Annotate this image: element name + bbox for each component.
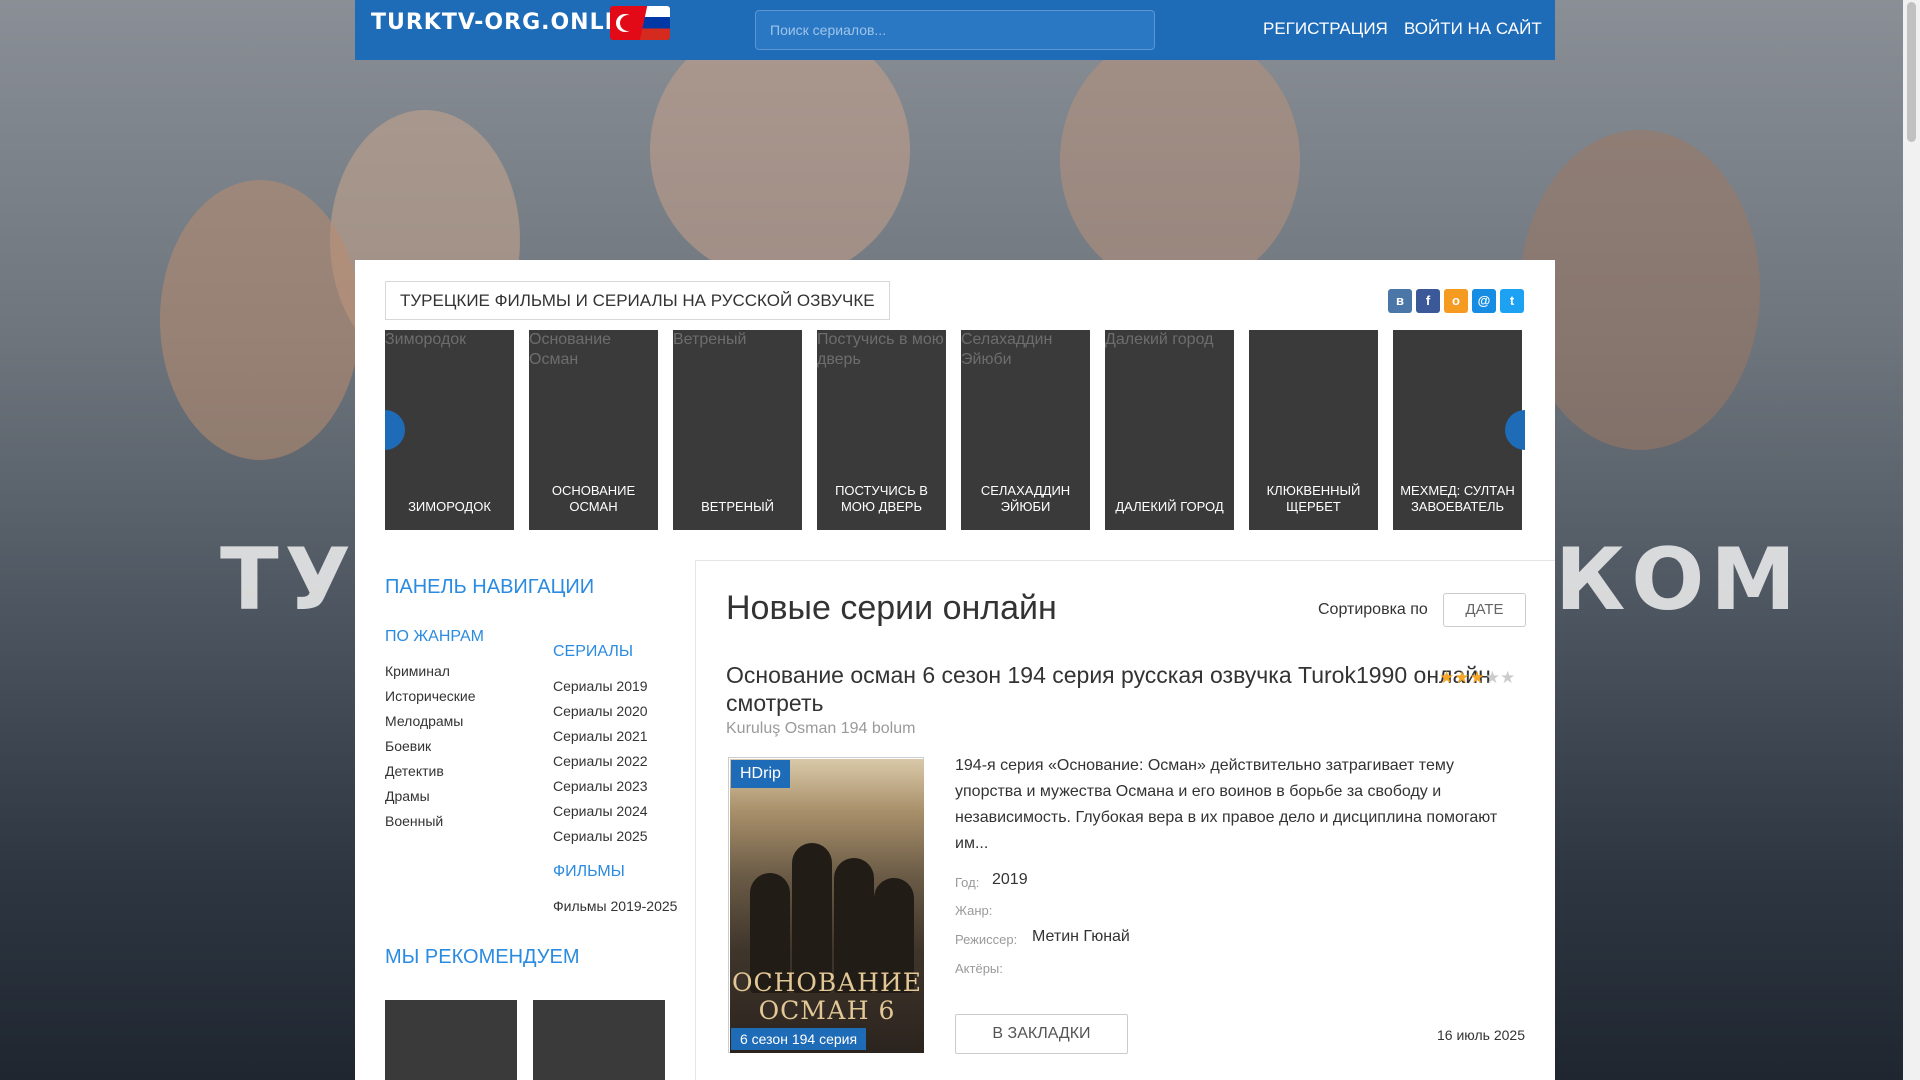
star-icon[interactable]: ★ — [1454, 668, 1469, 687]
year-value[interactable]: 2019 — [992, 871, 1028, 889]
slider-item-alt: Постучись в мою дверь — [817, 331, 944, 368]
sort-date-button[interactable]: ДАТЕ — [1443, 593, 1526, 627]
slider-item-caption: МЕХМЕД: СУЛТАН ЗАВОЕВАТЕЛЬ — [1400, 483, 1515, 514]
twitter-icon[interactable]: t — [1500, 289, 1524, 313]
sidebar-genres-title[interactable]: ПО ЖАНРАМ — [385, 628, 484, 646]
star-icon[interactable]: ★ — [1439, 668, 1454, 687]
slider-item-alt: Далекий город — [1105, 331, 1214, 348]
flag-icon — [610, 6, 670, 40]
slider-item[interactable]: МЕХМЕД: СУЛТАН ЗАВОЕВАТЕЛЬ — [1393, 330, 1522, 530]
sidebar-genre-link[interactable]: Детектив — [385, 763, 444, 779]
news-title-link[interactable]: Основание осман 6 сезон 194 серия русска… — [726, 661, 1496, 717]
actors-label: Актёры: — [955, 961, 1003, 976]
sidebar-series-link[interactable]: Сериалы 2024 — [553, 803, 648, 819]
page-title: ТУРЕЦКИЕ ФИЛЬМЫ И СЕРИАЛЫ НА РУССКОЙ ОЗВ… — [385, 281, 890, 320]
sidebar-films-link[interactable]: Фильмы 2019-2025 — [553, 898, 677, 914]
recommend-item[interactable] — [385, 1000, 517, 1080]
hero-face-woman-left — [160, 180, 360, 460]
site-logo[interactable]: TURKTV-ORG.ONLINE — [371, 10, 649, 35]
slider-item-caption: ДАЛЕКИЙ ГОРОД — [1115, 499, 1224, 514]
register-link[interactable]: РЕГИСТРАЦИЯ — [1263, 19, 1388, 39]
odnoklassniki-icon[interactable]: о — [1444, 289, 1468, 313]
featured-slider: Зимородок ЗИМОРОДОК Основание Осман ОСНО… — [385, 330, 1525, 530]
sidebar-series-title[interactable]: СЕРИАЛЫ — [553, 643, 633, 661]
slider-item-caption: КЛЮКВЕННЫЙ ЩЕРБЕТ — [1266, 483, 1361, 514]
slider-item-alt: Селахаддин Эйюби — [961, 331, 1053, 368]
login-link[interactable]: ВОЙТИ НА САЙТ — [1404, 19, 1542, 39]
sidebar-films-title[interactable]: ФИЛЬМЫ — [553, 863, 625, 881]
slider-item[interactable]: Ветреный ВЕТРЕНЫЙ — [673, 330, 802, 530]
rating-stars[interactable]: ★★★★★ — [1439, 668, 1515, 688]
sidebar-genre-link[interactable]: Исторические — [385, 688, 476, 704]
original-title: Kuruluş Osman 194 bolum — [726, 720, 916, 737]
slider-item-caption: ОСНОВАНИЕ ОСМАН — [551, 483, 636, 514]
news-date: 16 июль 2025 — [1437, 1027, 1525, 1043]
star-icon[interactable]: ★ — [1485, 668, 1500, 687]
sidebar-genre-link[interactable]: Криминал — [385, 663, 450, 679]
sidebar: ПАНЕЛЬ НАВИГАЦИИ ПО ЖАНРАМ Криминал Исто… — [355, 560, 695, 1080]
vk-icon[interactable]: в — [1388, 289, 1412, 313]
page-scrollbar[interactable] — [1903, 0, 1920, 1080]
sidebar-series-link[interactable]: Сериалы 2022 — [553, 753, 648, 769]
slider-item-alt: Основание Осман — [529, 331, 612, 368]
slider-item-caption: СЕЛАХАДДИН ЭЙЮБИ — [980, 483, 1071, 514]
scrollbar-thumb[interactable] — [1907, 2, 1916, 142]
slider-item-caption: ПОСТУЧИСЬ В МОЮ ДВЕРЬ — [835, 483, 928, 514]
hero-text-right: КОМ — [1555, 530, 1802, 630]
director-label: Режиссер: — [955, 932, 1018, 947]
quality-badge: HDrip — [731, 760, 790, 788]
hero-face-right — [1060, 30, 1300, 290]
slider-item-caption: ЗИМОРОДОК — [408, 499, 491, 514]
sort-label: Сортировка по — [1318, 601, 1428, 618]
slider-item[interactable]: КЛЮКВЕННЫЙ ЩЕРБЕТ — [1249, 330, 1378, 530]
hero-face-far-right — [1520, 130, 1760, 450]
sidebar-series-link[interactable]: Сериалы 2023 — [553, 778, 648, 794]
sidebar-recommend-title: МЫ РЕКОМЕНДУЕМ — [385, 946, 580, 968]
sidebar-genre-link[interactable]: Драмы — [385, 788, 430, 804]
slider-item[interactable]: Селахаддин Эйюби СЕЛАХАДДИН ЭЙЮБИ — [961, 330, 1090, 530]
slider-item[interactable]: Далекий город ДАЛЕКИЙ ГОРОД — [1105, 330, 1234, 530]
star-icon[interactable]: ★ — [1470, 668, 1485, 687]
news-description: 194-я серия «Основание: Осман» действите… — [955, 757, 1498, 852]
site-header: TURKTV-ORG.ONLINE РЕГИСТРАЦИЯ ВОЙТИ НА С… — [355, 0, 1555, 60]
sidebar-series-link[interactable]: Сериалы 2019 — [553, 678, 648, 694]
sidebar-series-link[interactable]: Сериалы 2025 — [553, 828, 648, 844]
slider-item[interactable]: Постучись в мою дверь ПОСТУЧИСЬ В МОЮ ДВ… — [817, 330, 946, 530]
slider-item[interactable]: Основание Осман ОСНОВАНИЕ ОСМАН — [529, 330, 658, 530]
poster-image: ОСНОВАНИЕ ОСМАН 6 — [730, 759, 924, 1053]
slider-item-caption: ВЕТРЕНЫЙ — [701, 499, 774, 514]
sidebar-genre-link[interactable]: Военный — [385, 813, 443, 829]
sidebar-genre-link[interactable]: Мелодрамы — [385, 713, 463, 729]
facebook-icon[interactable]: f — [1416, 289, 1440, 313]
news-content: Новые серии онлайн Сортировка по ДАТЕ Ос… — [695, 560, 1555, 1080]
slider-item-alt: Зимородок — [385, 331, 467, 348]
star-icon[interactable]: ★ — [1500, 668, 1515, 687]
main-panel: ТУРЕЦКИЕ ФИЛЬМЫ И СЕРИАЛЫ НА РУССКОЙ ОЗВ… — [355, 260, 1555, 1080]
poster-title: ОСНОВАНИЕ ОСМАН 6 — [731, 968, 923, 1025]
sidebar-nav-title: ПАНЕЛЬ НАВИГАЦИИ — [385, 576, 595, 598]
news-poster[interactable]: ОСНОВАНИЕ ОСМАН 6 HDrip 6 сезон 194 сери… — [728, 757, 924, 1053]
sidebar-series-link[interactable]: Сериалы 2020 — [553, 703, 648, 719]
recommend-item[interactable] — [533, 1000, 665, 1080]
episode-badge: 6 сезон 194 серия — [731, 1028, 867, 1050]
genre-label: Жанр: — [955, 903, 993, 918]
director-value: Метин Гюнай — [1032, 928, 1130, 945]
sidebar-genre-link[interactable]: Боевик — [385, 738, 431, 754]
search-input[interactable] — [755, 10, 1155, 50]
year-label: Год: — [955, 875, 980, 890]
sidebar-series-link[interactable]: Сериалы 2021 — [553, 728, 648, 744]
content-title: Новые серии онлайн — [726, 589, 1057, 627]
bookmark-button[interactable]: В ЗАКЛАДКИ — [955, 1014, 1128, 1054]
slider-item-alt: Ветреный — [673, 331, 747, 348]
moimir-icon[interactable]: @ — [1472, 289, 1496, 313]
